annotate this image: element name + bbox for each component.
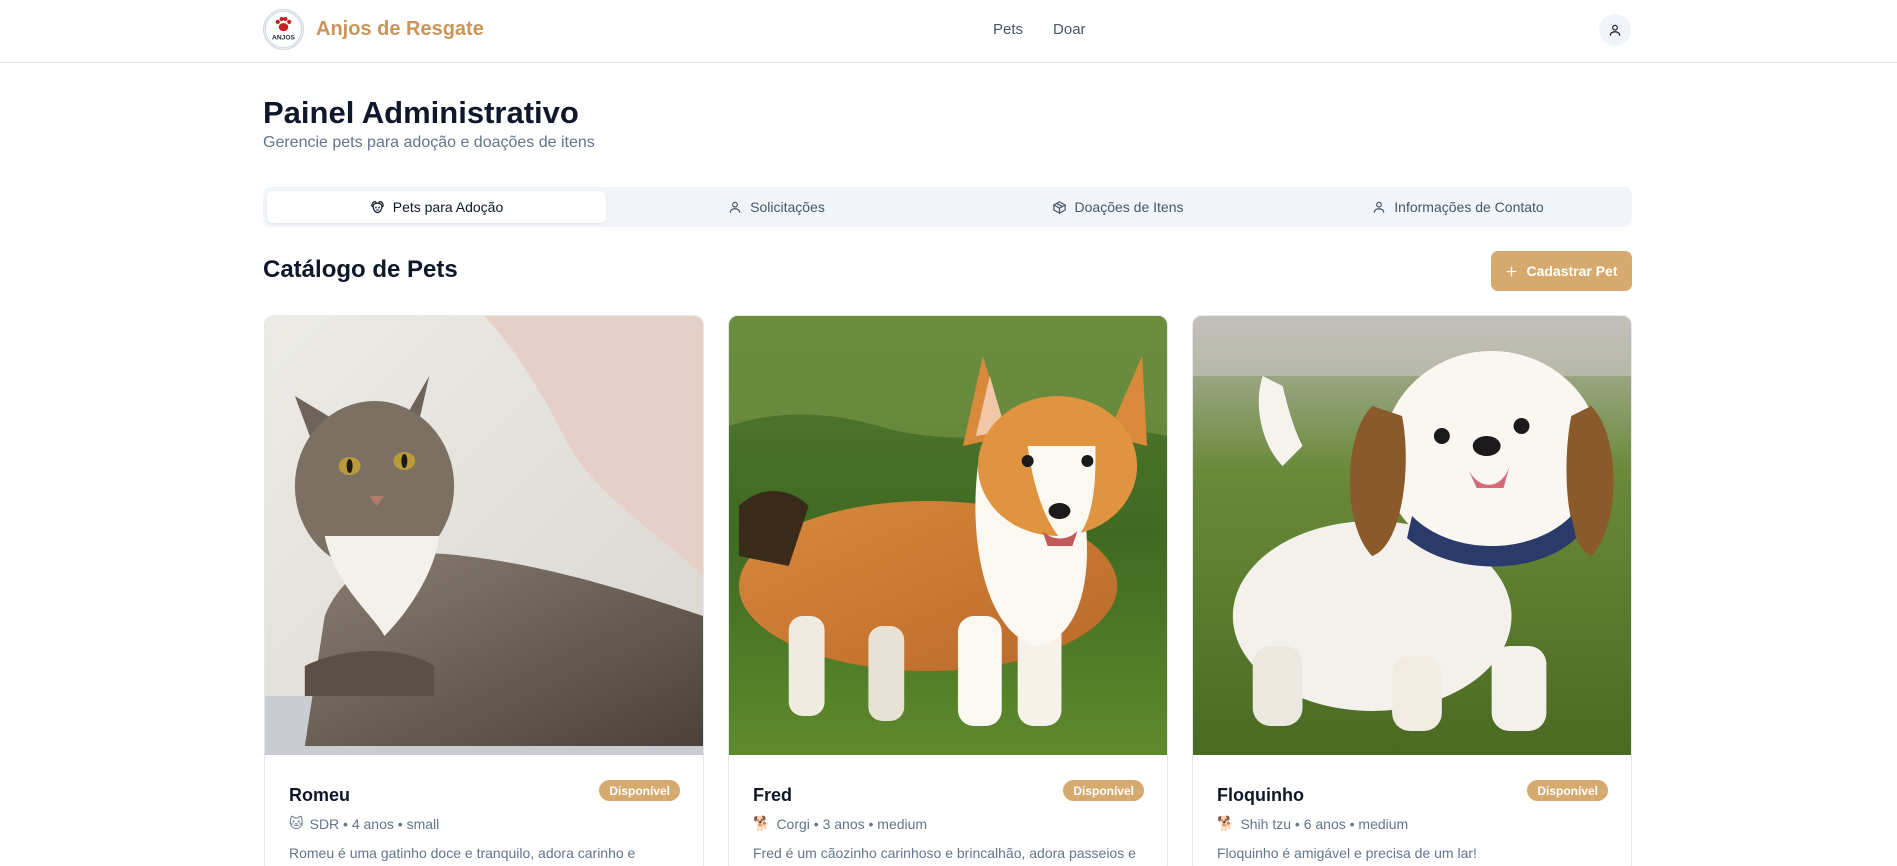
pet-meta: 🐕 Shih tzu • 6 anos • medium [1217, 815, 1408, 832]
nav-pets[interactable]: Pets [993, 21, 1023, 38]
pet-photo [265, 316, 703, 755]
pet-description: Fred é um cãozinho carinhoso e brincalhã… [753, 845, 1136, 861]
main-nav: Pets Doar [993, 21, 1086, 38]
status-badge: Disponível [1063, 780, 1144, 801]
pet-meta-text: Corgi • 3 anos • medium [776, 815, 928, 832]
add-pet-label: Cadastrar Pet [1526, 263, 1618, 279]
pet-meta-text: Shih tzu • 6 anos • medium [1240, 815, 1409, 832]
brand-link[interactable]: ANJOS Anjos de Resgate [263, 9, 484, 50]
status-badge: Disponível [1527, 780, 1608, 801]
package-icon [1052, 200, 1066, 214]
brand-name: Anjos de Resgate [316, 18, 484, 40]
pet-name: Fred [753, 785, 793, 805]
tab-solicitacoes[interactable]: Solicitações [606, 191, 947, 223]
pet-description: Romeu é uma gatinho doce e tranquilo, ad… [289, 845, 636, 861]
dog-emoji-icon: 🐕 [1217, 815, 1235, 831]
dog-emoji-icon: 🐕 [753, 815, 771, 831]
pet-card[interactable]: Fred Disponível 🐕 Corgi • 3 anos • mediu… [728, 315, 1168, 866]
dog-icon [370, 200, 384, 213]
user-icon [1609, 24, 1621, 36]
pet-card[interactable]: Romeu Disponível 🐱 SDR • 4 anos • small … [264, 315, 704, 866]
tab-label: Solicitações [750, 199, 825, 215]
pet-meta-text: SDR • 4 anos • small [309, 815, 440, 832]
tab-pets-adocao[interactable]: Pets para Adoção [267, 191, 606, 223]
user-menu-button[interactable] [1599, 14, 1631, 46]
pet-description: Floquinho é amigável e precisa de um lar… [1217, 845, 1477, 861]
plus-icon [1506, 265, 1517, 277]
pet-photo [1193, 316, 1631, 755]
cat-emoji-icon: 🐱 [289, 815, 304, 831]
tab-label: Pets para Adoção [392, 199, 504, 215]
user-icon [729, 201, 741, 213]
tab-doacoes-itens[interactable]: Doações de Itens [947, 191, 1288, 223]
status-badge: Disponível [599, 780, 680, 801]
tab-label: Doações de Itens [1074, 199, 1184, 215]
paw-logo-icon: ANJOS [264, 10, 303, 49]
tab-label: Informações de Contato [1394, 199, 1544, 215]
add-pet-button[interactable]: Cadastrar Pet [1491, 251, 1632, 291]
pet-name: Romeu [289, 785, 351, 805]
pet-name: Floquinho [1217, 785, 1304, 805]
page-title: Painel Administrativo [263, 95, 579, 130]
pet-photo [729, 316, 1167, 755]
pet-meta: 🐱 SDR • 4 anos • small [289, 815, 439, 832]
pet-card[interactable]: Floquinho Disponível 🐕 Shih tzu • 6 anos… [1192, 315, 1632, 866]
user-icon [1374, 201, 1385, 213]
page-subtitle: Gerencie pets para adoção e doações de i… [263, 134, 595, 151]
logo: ANJOS [263, 9, 304, 50]
top-header: ANJOS Anjos de Resgate Pets Doar [0, 0, 1897, 63]
admin-tabs: Pets para Adoção Solicitações Doações de… [263, 187, 1632, 227]
svg-text:ANJOS: ANJOS [272, 34, 295, 41]
tab-informacoes-contato[interactable]: Informações de Contato [1288, 191, 1628, 223]
catalog-title: Catálogo de Pets [263, 256, 458, 283]
nav-doar[interactable]: Doar [1053, 21, 1086, 38]
pet-meta: 🐕 Corgi • 3 anos • medium [753, 815, 927, 832]
